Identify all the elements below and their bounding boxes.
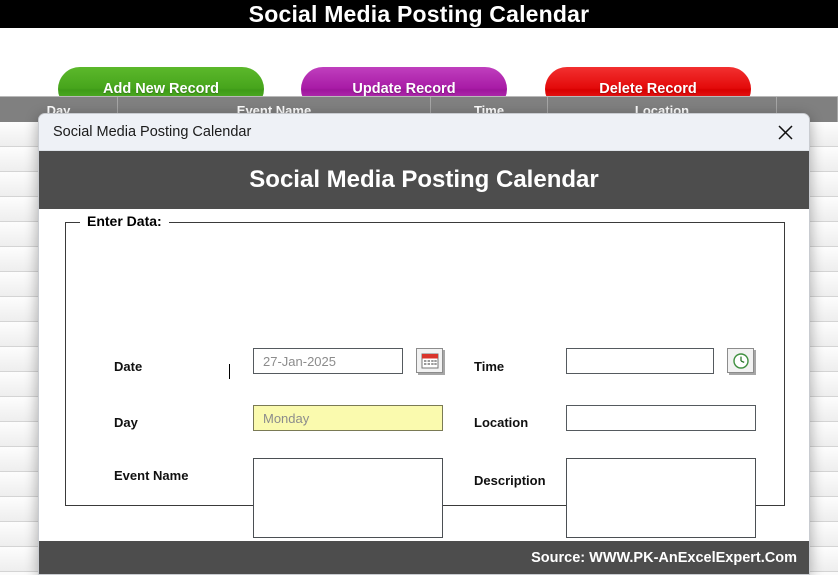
date-label: Date xyxy=(114,359,143,374)
description-textarea[interactable] xyxy=(566,458,756,538)
location-input[interactable] xyxy=(566,405,756,431)
dialog-window-title: Social Media Posting Calendar xyxy=(53,124,252,140)
dialog-header: Social Media Posting Calendar xyxy=(39,151,809,209)
clock-icon[interactable] xyxy=(727,348,754,373)
fieldset-legend: Enter Data: xyxy=(80,213,169,229)
app-title: Social Media Posting Calendar xyxy=(248,0,590,27)
dialog-title-bar: Social Media Posting Calendar xyxy=(39,114,809,151)
date-input[interactable] xyxy=(253,348,403,374)
event-name-textarea[interactable] xyxy=(253,458,443,538)
dialog-footer: Source: WWW.PK-AnExcelExpert.Com xyxy=(39,541,809,574)
text-caret xyxy=(229,364,230,379)
day-input[interactable] xyxy=(253,405,443,431)
day-label: Day xyxy=(114,415,138,430)
calendar-icon[interactable] xyxy=(416,348,443,373)
close-icon[interactable] xyxy=(765,118,805,147)
description-label: Description xyxy=(474,473,546,488)
application-window: Social Media Posting Calendar Add New Re… xyxy=(0,0,838,575)
dialog-body: Enter Data: Date Time xyxy=(39,209,809,574)
app-banner: Social Media Posting Calendar xyxy=(0,0,838,28)
time-input[interactable] xyxy=(566,348,714,374)
event-name-label: Event Name xyxy=(114,468,189,483)
action-button-strip: Add New Record Update Record Delete Reco… xyxy=(0,28,838,111)
source-label: Source: WWW.PK-AnExcelExpert.Com xyxy=(531,549,797,566)
data-entry-dialog: Social Media Posting Calendar Social Med… xyxy=(38,113,810,575)
location-label: Location xyxy=(474,415,529,430)
dialog-header-title: Social Media Posting Calendar xyxy=(249,166,599,193)
time-label: Time xyxy=(474,359,505,374)
